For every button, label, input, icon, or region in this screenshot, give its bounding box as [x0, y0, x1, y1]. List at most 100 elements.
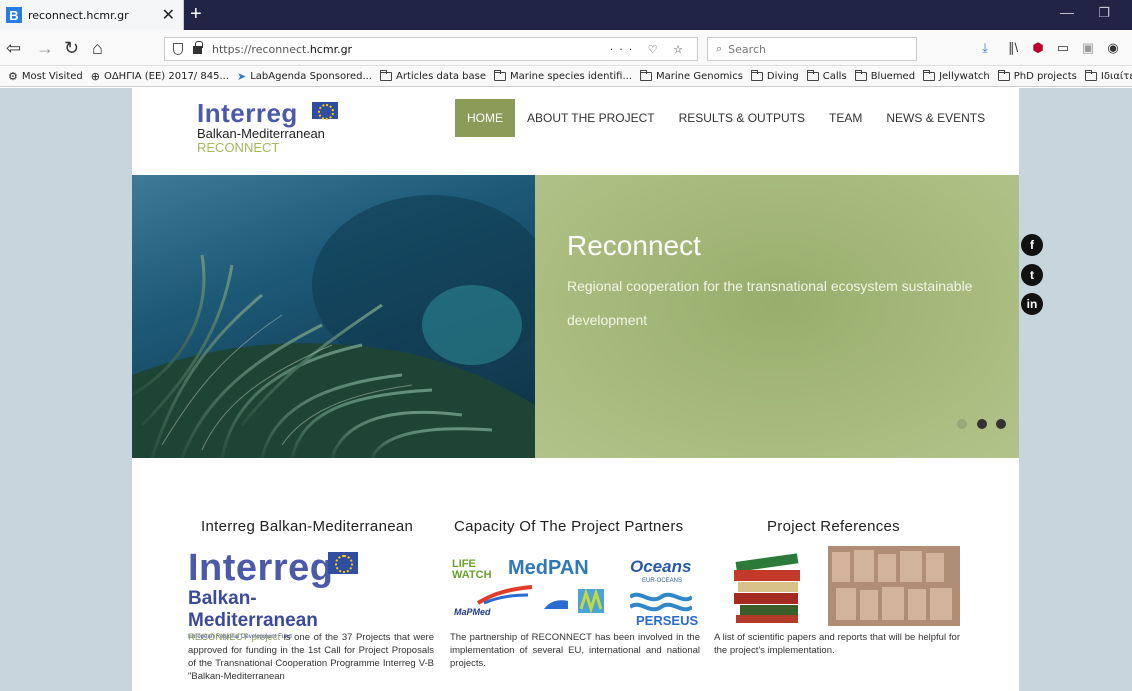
search-placeholder: Search [728, 42, 766, 56]
bookmark-label: Marine species identifi... [510, 71, 633, 82]
extension-icon[interactable]: ▣ [1080, 40, 1096, 56]
books-image [714, 546, 824, 626]
lifewatch-logo: LIFE WATCH [452, 558, 492, 581]
bookmark-label: Calls [822, 71, 847, 82]
reload-icon[interactable]: ↻ [64, 36, 79, 60]
forward-icon[interactable]: → [36, 36, 54, 60]
reconnect-project-link[interactable]: RECONNECT project [188, 632, 280, 643]
medpan-logo: MedPAN [508, 557, 589, 579]
ublock-icon[interactable]: ⬢ [1030, 40, 1046, 56]
folder-icon [640, 70, 653, 81]
hero-subtitle: Regional cooperation for the transnation… [567, 278, 973, 328]
hero-text-panel: Reconnect Regional cooperation for the t… [535, 175, 1019, 458]
bookmark-label: Diving [766, 71, 799, 82]
bookmark-marine-genomics[interactable]: Marine Genomics [640, 70, 743, 82]
page-viewport: Interreg Balkan-Mediterranean RECONNECT … [0, 88, 1132, 691]
bookmark-marine-species[interactable]: Marine species identifi... [494, 70, 633, 82]
folder-icon [380, 70, 392, 81]
bookmark-labagenda[interactable]: ➤ LabAgenda Sponsored... [237, 70, 372, 83]
folder-icon [806, 70, 819, 81]
hero-slider: Reconnect Regional cooperation for the t… [132, 175, 1019, 458]
site-favicon-icon: B [6, 7, 22, 23]
bookmark-phd-projects[interactable]: PhD projects [997, 70, 1077, 82]
gear-icon: ⚙ [8, 70, 18, 83]
bookmark-label: Bluemed [870, 71, 916, 82]
mapmed-logo: MaPMed [454, 607, 491, 617]
folder-icon [1084, 70, 1097, 81]
home-icon[interactable]: ⌂ [92, 36, 103, 60]
bookmark-diving[interactable]: Diving [750, 70, 799, 82]
slider-dot-2[interactable] [977, 419, 987, 429]
bookmark-label: PhD projects [1013, 71, 1077, 82]
wave-mark-icon [544, 600, 568, 609]
download-icon[interactable]: ⤓ [977, 40, 993, 56]
bookmark-jellywatch[interactable]: Jellywatch [923, 70, 990, 82]
slider-dot-3[interactable] [996, 419, 1006, 429]
oceans-logo: Oceans [630, 557, 692, 576]
folder-icon [997, 70, 1010, 81]
navigation-toolbar: ⇦ → ↻ ⌂ https://reconnect.hcmr.gr ··· ♡ … [0, 30, 1132, 66]
menu-about[interactable]: ABOUT THE PROJECT [515, 99, 667, 137]
perseus-logo: PERSEUS [636, 613, 699, 628]
bookmark-label: LabAgenda Sponsored... [250, 71, 372, 82]
bookmark-label: Articles data base [396, 71, 487, 82]
bookmark-bluemed[interactable]: Bluemed [854, 70, 916, 82]
interreg-column-text: RECONNECT project is one of the 37 Proje… [188, 631, 434, 683]
close-tab-icon[interactable]: ✕ [162, 5, 175, 25]
globe-icon: ⊕ [90, 70, 100, 83]
eu-flag-icon [328, 552, 358, 574]
seagrass-illustration [132, 195, 535, 458]
minimize-icon[interactable]: — [1060, 4, 1074, 20]
references-column-text: A list of scientific papers and reports … [714, 632, 960, 656]
browser-tab[interactable]: B reconnect.hcmr.gr ✕ [0, 0, 184, 30]
search-input[interactable]: ⌕ Search [707, 37, 917, 61]
logo-word: Interreg [197, 98, 298, 128]
site-logo[interactable]: Interreg Balkan-Mediterranean RECONNECT [197, 98, 338, 155]
twitter-icon[interactable]: t [1021, 264, 1043, 286]
bookmark-calls[interactable]: Calls [806, 70, 847, 82]
interreg-column-title: Interreg Balkan-Mediterranean [201, 518, 414, 535]
menu-team[interactable]: TEAM [817, 99, 874, 137]
bookmark-label: Most Visited [21, 71, 83, 82]
menu-home[interactable]: HOME [455, 99, 515, 137]
restore-window-icon[interactable]: ❐ [1098, 5, 1110, 21]
account-icon[interactable]: ◉ [1105, 40, 1121, 56]
tab-bar: B reconnect.hcmr.gr ✕ + — ❐ [0, 0, 1132, 30]
arrow-icon: ➤ [236, 70, 247, 83]
page-actions-icon[interactable]: ··· ♡ ☆ [610, 43, 689, 56]
slider-dot-1[interactable] [957, 419, 967, 429]
capacity-column-text: The partnership of RECONNECT has been in… [450, 632, 700, 669]
library-icon[interactable]: ∥\ [1005, 40, 1021, 56]
capacity-column-title: Capacity Of The Project Partners [454, 518, 684, 535]
bookmark-odigia[interactable]: ⊕ ΟΔΗΓΙΑ (ΕΕ) 2017/ 845... [91, 70, 229, 83]
mapmed-swoosh-icon [476, 585, 533, 605]
main-menu: HOME ABOUT THE PROJECT RESULTS & OUTPUTS… [455, 99, 997, 137]
folder-icon [923, 70, 936, 81]
mediterranean-experience-icon [578, 589, 604, 613]
menu-news[interactable]: NEWS & EVENTS [874, 99, 997, 137]
facebook-icon[interactable]: f [1021, 234, 1043, 256]
perseus-waves-icon [630, 592, 692, 612]
interreg-logo[interactable]: Interreg Balkan-Mediterranean European R… [188, 548, 363, 640]
url-bar[interactable]: https://reconnect.hcmr.gr ··· ♡ ☆ [164, 37, 698, 61]
bookmark-label: Marine Genomics [656, 71, 743, 82]
menu-results[interactable]: RESULTS & OUTPUTS [667, 99, 817, 137]
bookmark-most-visited[interactable]: ⚙ Most Visited [8, 70, 83, 83]
site-container: Interreg Balkan-Mediterranean RECONNECT … [132, 88, 1019, 691]
tab-title: reconnect.hcmr.gr [28, 8, 129, 22]
linkedin-icon[interactable]: in [1021, 293, 1043, 315]
tracking-shield-icon[interactable] [173, 43, 183, 55]
lock-icon[interactable] [193, 41, 203, 54]
sidebar-icon[interactable]: ▭ [1055, 40, 1071, 56]
eu-flag-icon [312, 102, 338, 120]
url-text[interactable]: https://reconnect.hcmr.gr [212, 43, 610, 56]
new-tab-icon[interactable]: + [190, 3, 202, 26]
references-column-title: Project References [767, 518, 900, 535]
eur-oceans-logo: EUR-OCEANS [642, 578, 683, 584]
partner-logos: LIFE WATCH MedPAN Oceans EUR-OCEANS MaPM… [450, 545, 700, 628]
bookmark-label: Ιδιαίτερα [1100, 71, 1132, 82]
folder-icon [494, 70, 507, 81]
bookmark-idiaitera[interactable]: Ιδιαίτερα [1084, 70, 1132, 82]
back-icon[interactable]: ⇦ [6, 36, 21, 60]
bookmark-articles[interactable]: Articles data base [380, 70, 487, 82]
